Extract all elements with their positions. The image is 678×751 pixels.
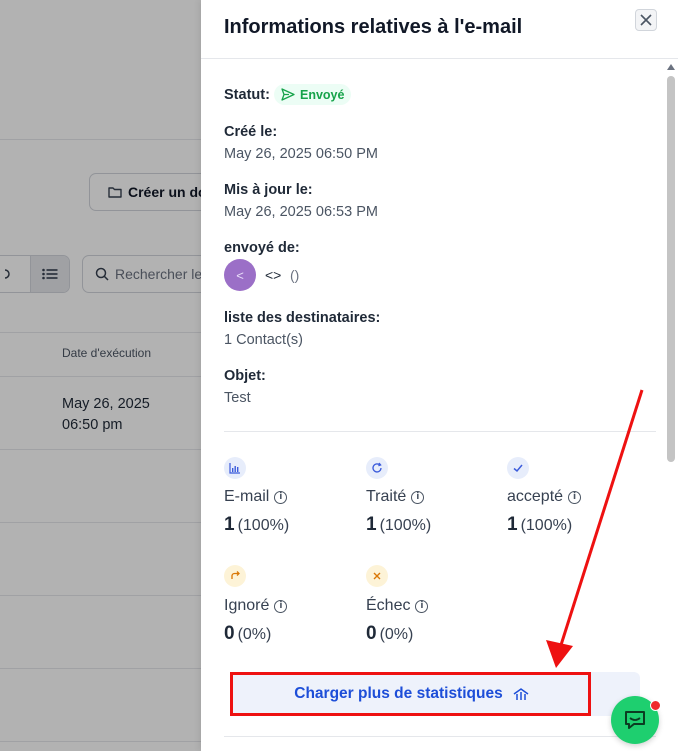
recipients-value: 1 Contact(s) (224, 332, 303, 348)
stat-label: Échec i (366, 597, 429, 615)
header-divider (201, 58, 678, 59)
stat-percent: (0%) (379, 626, 414, 643)
stat-label: Ignoré i (224, 597, 288, 615)
info-icon[interactable]: i (415, 599, 429, 613)
sent-from-label: envoyé de: (224, 240, 300, 256)
stat-label-text: E-mail (224, 488, 270, 505)
status-label: Statut: (224, 87, 270, 103)
chat-icon (625, 711, 645, 729)
stat-label-text: accepté (507, 488, 564, 505)
stat-value: 1 (100%) (224, 514, 289, 536)
info-icon[interactable]: i (274, 599, 288, 613)
stat-percent: (0%) (237, 626, 272, 643)
info-icon[interactable]: i (274, 490, 288, 504)
close-button[interactable] (635, 9, 657, 31)
bottom-divider (224, 736, 656, 737)
stat-label-text: Échec (366, 597, 411, 614)
close-icon (640, 14, 652, 26)
sender-name: () (290, 267, 300, 283)
stat-percent: (100%) (237, 517, 290, 534)
stat-value: 0 (0%) (366, 623, 413, 645)
stat-label: E-mail i (224, 488, 288, 506)
stat-value: 1 (100%) (507, 514, 572, 536)
info-icon[interactable]: i (568, 490, 582, 504)
stats-icon (513, 688, 529, 700)
status-value: Envoyé (300, 87, 345, 102)
stat-label: Traité i (366, 488, 425, 506)
stat-count: 1 (507, 514, 518, 535)
stat-label-text: Traité (366, 488, 407, 505)
subject-label: Objet: (224, 368, 266, 384)
drawer-title: Informations relatives à l'e-mail (224, 16, 523, 38)
load-more-stats-button[interactable]: Charger plus de statistiques (231, 672, 592, 716)
created-value: May 26, 2025 06:50 PM (224, 146, 378, 162)
stat-percent: (100%) (379, 517, 432, 534)
stat-count: 0 (366, 623, 377, 644)
stat-label: accepté i (507, 488, 582, 506)
recipients-label: liste des destinataires: (224, 310, 381, 326)
status-badge: Envoyé (274, 84, 352, 105)
scroll-up-arrow[interactable] (667, 64, 675, 70)
stat-count: 0 (224, 623, 235, 644)
check-icon (507, 457, 529, 479)
subject-value: Test (224, 390, 251, 406)
stat-label-text: Ignoré (224, 597, 270, 614)
scroll-thumb[interactable] (667, 76, 675, 462)
stat-count: 1 (366, 514, 377, 535)
stat-value: 1 (100%) (366, 514, 431, 536)
updated-label: Mis à jour le: (224, 182, 313, 198)
sender-email: <> (265, 267, 282, 283)
updated-value: May 26, 2025 06:53 PM (224, 204, 378, 220)
load-more-label: Charger plus de statistiques (294, 685, 503, 702)
avatar: < (224, 259, 256, 291)
redo-icon (224, 565, 246, 587)
stat-percent: (100%) (520, 517, 573, 534)
bar-chart-icon (224, 457, 246, 479)
x-icon (366, 565, 388, 587)
send-icon (281, 88, 295, 101)
stat-count: 1 (224, 514, 235, 535)
notification-dot (650, 700, 661, 711)
email-info-drawer: Informations relatives à l'e-mail Statut… (201, 0, 678, 751)
scrollbar[interactable] (666, 62, 676, 751)
refresh-icon (366, 457, 388, 479)
stats-divider (224, 431, 656, 432)
created-label: Créé le: (224, 124, 278, 140)
stat-value: 0 (0%) (224, 623, 271, 645)
info-icon[interactable]: i (411, 490, 425, 504)
